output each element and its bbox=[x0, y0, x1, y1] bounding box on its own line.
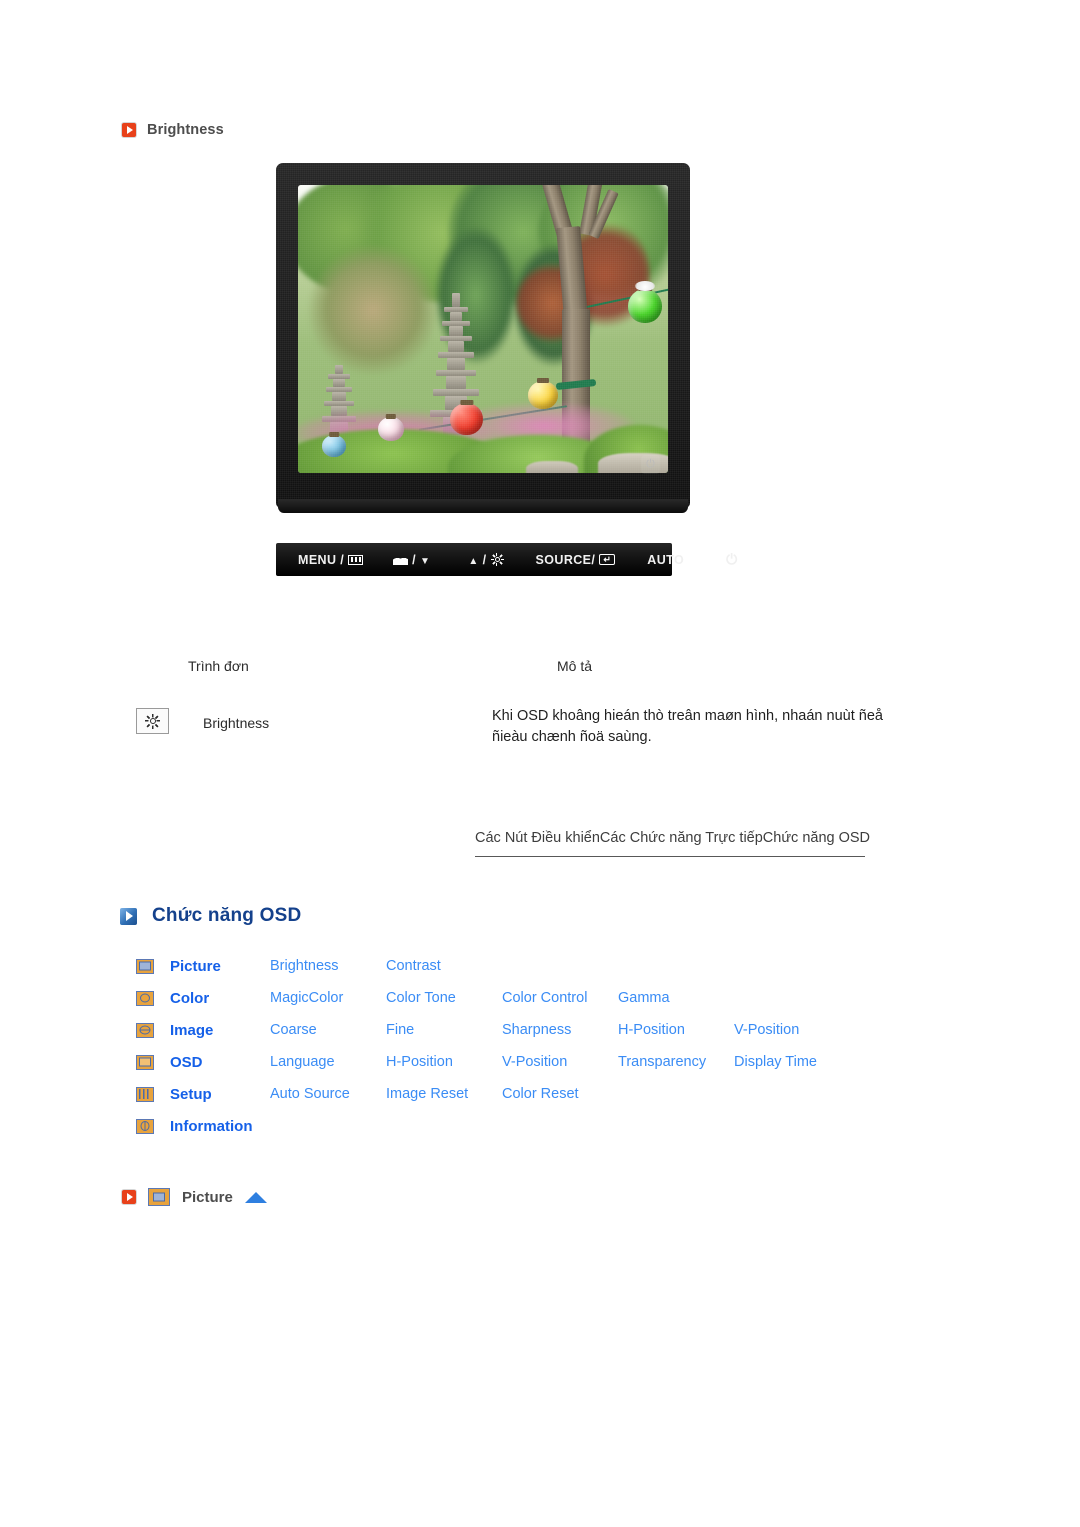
breadcrumb: Các Nút Điều khiển Các Chức năng Trực ti… bbox=[475, 830, 870, 857]
brightness-row-name: Brightness bbox=[203, 715, 270, 731]
osd-item-language[interactable]: Language bbox=[270, 1054, 386, 1070]
osd-item-auto-source[interactable]: Auto Source bbox=[270, 1086, 386, 1102]
red-play-icon bbox=[122, 123, 136, 137]
picture-footer-label: Picture bbox=[182, 1188, 233, 1206]
magicbright-icon bbox=[393, 554, 409, 565]
red-play-icon bbox=[122, 1190, 136, 1204]
osd-item-color-tone[interactable]: Color Tone bbox=[386, 990, 502, 1006]
breadcrumb-item-osd-functions[interactable]: Chức năng OSD bbox=[763, 830, 870, 846]
brightness-caption-label: Brightness bbox=[147, 122, 224, 138]
osd-item-display-time[interactable]: Display Time bbox=[734, 1054, 850, 1070]
auto-button-label: AUTO bbox=[647, 552, 685, 567]
color-icon bbox=[136, 990, 154, 1006]
enter-key-icon bbox=[599, 554, 616, 565]
menu-button[interactable]: MENU / bbox=[298, 552, 364, 567]
osd-section-heading: Chức năng OSD bbox=[120, 905, 301, 927]
power-button[interactable] bbox=[726, 552, 737, 567]
osd-item-image-v-position[interactable]: V-Position bbox=[734, 1022, 850, 1038]
osd-item-color-control[interactable]: Color Control bbox=[502, 990, 618, 1006]
brightness-row-description: Khi OSD khoâng hieán thò treân maøn hình… bbox=[492, 708, 883, 746]
slash-2: / bbox=[482, 552, 487, 567]
lantern-yellow bbox=[528, 381, 558, 409]
osd-item-coarse[interactable]: Coarse bbox=[270, 1022, 386, 1038]
down-arrow-icon bbox=[420, 553, 430, 567]
osd-row-color: Color MagicColor Color Tone Color Contro… bbox=[136, 982, 896, 1014]
osd-category-color[interactable]: Color bbox=[170, 990, 270, 1007]
monitor-screen bbox=[298, 185, 668, 473]
garden-photo bbox=[298, 185, 668, 473]
menu-grid-icon bbox=[348, 554, 364, 565]
brightness-up-button[interactable]: / bbox=[468, 553, 503, 567]
osd-heading-label: Chức năng OSD bbox=[152, 905, 302, 926]
osd-item-osd-h-position[interactable]: H-Position bbox=[386, 1054, 502, 1070]
menu-button-label: MENU / bbox=[298, 552, 345, 567]
column-header-description: Mô tả bbox=[557, 658, 593, 674]
sun-glyph bbox=[145, 714, 160, 729]
magicbright-down-button[interactable]: / bbox=[393, 553, 430, 567]
power-icon bbox=[726, 552, 737, 567]
osd-row-image: Image Coarse Fine Sharpness H-Position V… bbox=[136, 1014, 896, 1046]
osd-item-color-reset[interactable]: Color Reset bbox=[502, 1086, 618, 1102]
monitor-bezel: ⏻ bbox=[276, 163, 690, 508]
up-arrow-icon bbox=[468, 553, 478, 567]
osd-row-picture: Picture Brightness Contrast bbox=[136, 950, 896, 982]
picture-subsection-header: Picture bbox=[122, 1188, 267, 1206]
osd-item-image-h-position[interactable]: H-Position bbox=[618, 1022, 734, 1038]
osd-category-picture[interactable]: Picture bbox=[170, 958, 270, 975]
column-header-menu: Trình đơn bbox=[188, 658, 249, 674]
slash-1: / bbox=[412, 552, 417, 567]
osd-row-osd: OSD Language H-Position V-Position Trans… bbox=[136, 1046, 896, 1078]
lantern-blue bbox=[322, 435, 346, 457]
osd-category-image[interactable]: Image bbox=[170, 1022, 270, 1039]
brightness-sun-icon bbox=[491, 553, 504, 566]
osd-row-setup: Setup Auto Source Image Reset Color Rese… bbox=[136, 1078, 896, 1110]
osd-category-information[interactable]: Information bbox=[170, 1118, 270, 1135]
source-button-label: SOURCE/ bbox=[535, 552, 596, 567]
osd-icon bbox=[136, 1054, 154, 1070]
blue-play-icon bbox=[120, 907, 137, 925]
brightness-sun-icon bbox=[136, 708, 169, 734]
osd-item-contrast[interactable]: Contrast bbox=[386, 958, 502, 974]
picture-icon bbox=[148, 1188, 170, 1206]
osd-category-osd[interactable]: OSD bbox=[170, 1054, 270, 1071]
osd-item-image-reset[interactable]: Image Reset bbox=[386, 1086, 502, 1102]
setup-icon bbox=[136, 1086, 154, 1102]
osd-function-table: Picture Brightness Contrast Color MagicC… bbox=[136, 950, 896, 1142]
brightness-section-caption: Brightness bbox=[122, 122, 224, 138]
source-enter-button[interactable]: SOURCE/ bbox=[536, 553, 616, 567]
monitor-control-button-strip: MENU / / / SOURCE/ AUTO bbox=[276, 543, 684, 576]
osd-item-magiccolor[interactable]: MagicColor bbox=[270, 990, 386, 1006]
osd-item-gamma[interactable]: Gamma bbox=[618, 990, 734, 1006]
up-arrow-icon[interactable] bbox=[244, 1191, 267, 1203]
lantern-pink bbox=[378, 417, 404, 441]
breadcrumb-item-direct-functions[interactable]: Các Chức năng Trực tiếp bbox=[600, 830, 763, 846]
image-icon bbox=[136, 1022, 154, 1038]
osd-item-fine[interactable]: Fine bbox=[386, 1022, 502, 1038]
lantern-red bbox=[450, 403, 483, 435]
osd-item-brightness[interactable]: Brightness bbox=[270, 958, 386, 974]
osd-item-osd-v-position[interactable]: V-Position bbox=[502, 1054, 618, 1070]
lantern-green bbox=[628, 289, 662, 323]
power-led-icon: ⏻ bbox=[641, 455, 660, 474]
picture-icon bbox=[136, 958, 154, 974]
monitor-base bbox=[278, 499, 688, 513]
osd-item-transparency[interactable]: Transparency bbox=[618, 1054, 734, 1070]
osd-row-information: Information bbox=[136, 1110, 896, 1142]
osd-category-setup[interactable]: Setup bbox=[170, 1086, 270, 1103]
information-icon bbox=[136, 1118, 154, 1134]
breadcrumb-item-control-buttons[interactable]: Các Nút Điều khiển bbox=[475, 830, 600, 846]
osd-item-sharpness[interactable]: Sharpness bbox=[502, 1022, 618, 1038]
auto-button[interactable]: AUTO bbox=[647, 553, 684, 567]
monitor-illustration: ⏻ bbox=[276, 163, 690, 515]
